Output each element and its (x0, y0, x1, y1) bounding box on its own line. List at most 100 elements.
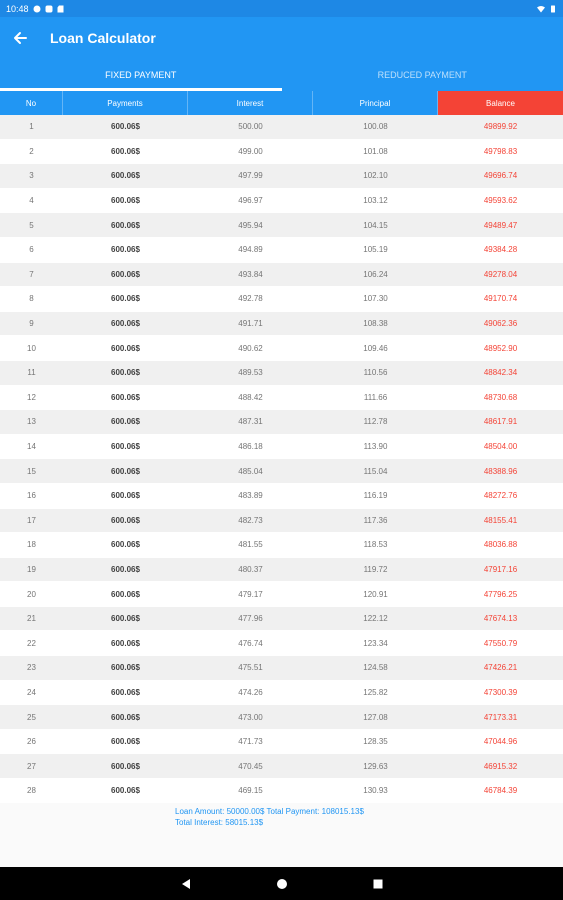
header-interest: Interest (188, 91, 313, 115)
cell-interest: 489.53 (238, 368, 263, 378)
cell-balance: 48155.41 (483, 515, 518, 525)
cell-balance: 47550.79 (483, 638, 518, 648)
cell-principal: 125.82 (363, 687, 388, 697)
cell-interest: 477.96 (238, 614, 263, 624)
cell-interest: 475.51 (238, 663, 263, 673)
cell-no: 19 (27, 564, 36, 574)
header-no: No (0, 91, 63, 115)
nav-recents-button[interactable] (368, 874, 388, 894)
cell-payment: 600.06$ (111, 491, 140, 501)
table-row: 14 600.06$ 486.18 113.90 48504.00 (0, 434, 563, 460)
cell-interest: 493.84 (238, 269, 263, 279)
cell-payment: 600.06$ (111, 146, 140, 156)
nav-recents-icon (373, 879, 382, 888)
nav-home-button[interactable] (272, 874, 292, 894)
cell-payment: 600.06$ (111, 196, 140, 206)
cell-principal: 108.38 (363, 319, 388, 329)
cell-balance: 47917.16 (483, 564, 518, 574)
cell-interest: 471.73 (238, 737, 263, 747)
cell-no: 23 (27, 663, 36, 673)
tab-bar: FIXED PAYMENT REDUCED PAYMENT (0, 59, 563, 91)
summary-interest: Total Interest: 58015.13$ (175, 818, 264, 827)
table-row: 26 600.06$ 471.73 128.35 47044.96 (0, 729, 563, 755)
cell-no: 10 (27, 343, 36, 353)
nav-back-icon (181, 878, 190, 889)
cell-interest: 481.55 (238, 540, 263, 550)
cell-no: 14 (27, 442, 36, 452)
cell-interest: 479.17 (238, 589, 263, 599)
back-button[interactable] (0, 17, 40, 59)
cell-balance: 47796.25 (483, 589, 518, 599)
cell-no: 25 (27, 712, 36, 722)
cell-payment: 600.06$ (111, 220, 140, 230)
cell-principal: 116.19 (363, 491, 388, 501)
cell-payment: 600.06$ (111, 540, 140, 550)
cell-principal: 101.08 (363, 146, 388, 156)
cell-principal: 120.91 (363, 589, 388, 599)
cell-interest: 474.26 (238, 687, 263, 697)
table-row: 24 600.06$ 474.26 125.82 47300.39 (0, 680, 563, 706)
amortization-table[interactable]: 1 600.06$ 500.00 100.08 49899.92 2 600.06$ 499.… (0, 115, 563, 803)
cell-payment: 600.06$ (111, 417, 140, 427)
cell-balance: 48388.96 (483, 466, 518, 476)
cell-principal: 130.93 (363, 786, 388, 796)
cell-principal: 128.35 (363, 737, 388, 747)
cell-no: 20 (27, 589, 36, 599)
cell-interest: 491.71 (238, 319, 263, 329)
cell-principal: 117.36 (363, 515, 388, 525)
header-balance: Balance (438, 91, 563, 115)
cell-principal: 104.15 (363, 220, 388, 230)
cell-balance: 47173.31 (483, 712, 518, 722)
notification-icon (45, 5, 53, 12)
cell-principal: 106.24 (363, 269, 388, 279)
cell-principal: 109.46 (363, 343, 388, 353)
table-row: 18 600.06$ 481.55 118.53 48036.88 (0, 533, 563, 558)
cell-payment: 600.06$ (111, 245, 140, 255)
cell-no: 4 (29, 196, 34, 206)
cell-principal: 129.63 (363, 761, 388, 771)
cell-principal: 122.12 (363, 614, 388, 624)
cell-principal: 113.90 (363, 442, 388, 452)
cell-principal: 107.30 (363, 294, 388, 304)
nav-back-button[interactable] (176, 874, 196, 894)
cell-interest: 483.89 (238, 491, 263, 501)
cell-balance: 49062.36 (483, 319, 518, 329)
cell-no: 15 (27, 466, 36, 476)
cell-no: 12 (27, 392, 36, 402)
cell-principal: 103.12 (363, 196, 388, 206)
cell-interest: 497.99 (238, 171, 263, 181)
table-row: 20 600.06$ 479.17 120.91 47796.25 (0, 582, 563, 607)
cell-interest: 473.00 (238, 712, 263, 722)
cell-no: 6 (29, 245, 34, 255)
cell-balance: 46784.39 (483, 786, 518, 796)
cell-no: 5 (29, 220, 34, 230)
cell-payment: 600.06$ (111, 442, 140, 452)
cell-balance: 47044.96 (483, 737, 518, 747)
cell-no: 22 (27, 638, 36, 648)
cell-principal: 111.66 (363, 392, 388, 402)
system-nav-bar (0, 867, 563, 900)
cell-balance: 48036.88 (483, 540, 518, 550)
cell-no: 1 (29, 122, 34, 132)
table-row: 23 600.06$ 475.51 124.58 47426.21 (0, 656, 563, 681)
cell-payment: 600.06$ (111, 343, 140, 353)
cell-principal: 115.04 (363, 466, 388, 476)
cell-balance: 49798.83 (483, 146, 518, 156)
cell-interest: 487.31 (238, 417, 263, 427)
cell-principal: 118.53 (363, 540, 388, 550)
summary-totals: Loan Amount: 50000.00$ Total Payment: 10… (175, 807, 364, 816)
table-row: 25 600.06$ 473.00 127.08 47173.31 (0, 705, 563, 730)
cell-principal: 119.72 (363, 564, 388, 574)
cell-principal: 127.08 (363, 712, 388, 722)
tab-fixed-payment[interactable]: FIXED PAYMENT (0, 59, 282, 91)
cell-no: 18 (27, 540, 36, 550)
cell-balance: 49170.74 (483, 294, 518, 304)
table-row: 3 600.06$ 497.99 102.10 49696.74 (0, 164, 563, 189)
cell-interest: 495.94 (238, 220, 263, 230)
cell-balance: 49899.92 (483, 122, 518, 132)
cell-payment: 600.06$ (111, 171, 140, 181)
cell-balance: 48952.90 (483, 343, 518, 353)
cell-payment: 600.06$ (111, 737, 140, 747)
cell-no: 24 (27, 687, 36, 697)
tab-reduced-payment[interactable]: REDUCED PAYMENT (282, 59, 563, 91)
